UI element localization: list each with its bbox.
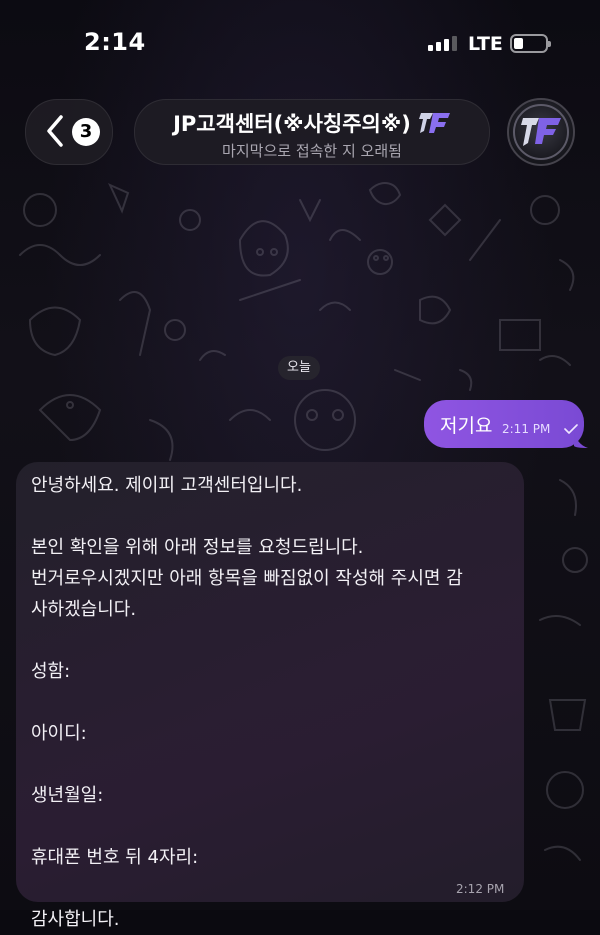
message-time: 2:12 PM	[456, 882, 505, 896]
outgoing-message[interactable]: 저기요 2:11 PM	[424, 400, 584, 448]
back-button[interactable]: 3	[25, 99, 113, 165]
status-time: 2:14	[84, 28, 146, 56]
message-time: 2:11 PM	[502, 422, 551, 436]
chevron-left-icon	[47, 115, 63, 147]
message-line	[31, 625, 513, 656]
message-line: 안녕하세요. 제이피 고객센터입니다.	[31, 475, 303, 496]
incoming-message[interactable]: 안녕하세요. 제이피 고객센터입니다. 본인 확인을 위해 아래 정보를 요청드…	[16, 462, 524, 930]
message-text: 안녕하세요. 제이피 고객센터입니다. 본인 확인을 위해 아래 정보를 요청드…	[31, 470, 513, 935]
profile-avatar[interactable]	[507, 98, 575, 166]
bubble-tail	[574, 430, 588, 448]
battery-icon	[510, 34, 551, 53]
status-bar: 2:14 LTE	[0, 0, 600, 90]
date-separator: 오늘	[278, 356, 320, 380]
brand-logo-icon	[418, 113, 450, 133]
brand-avatar-icon	[513, 104, 569, 160]
network-label: LTE	[468, 33, 503, 55]
message-line	[31, 873, 513, 904]
message-line	[31, 811, 513, 842]
unread-count-badge: 3	[72, 118, 100, 146]
message-line	[31, 501, 513, 532]
chat-last-seen: 마지막으로 접속한 지 오래됨	[222, 142, 402, 160]
message-line: 성함:	[31, 661, 71, 682]
chat-title: JP고객센터(※사칭주의※)	[173, 112, 411, 136]
message-line	[31, 749, 513, 780]
message-line: 아이디:	[31, 723, 87, 744]
message-line: 번거로우시겠지만 아래 항목을 빠짐없이 작성해 주시면 감	[31, 568, 463, 589]
message-line: 휴대폰 번호 뒤 4자리:	[31, 847, 199, 868]
chat-title-pill[interactable]: JP고객센터(※사칭주의※) 마지막으로 접속한 지 오래됨	[134, 99, 490, 165]
cellular-signal-icon	[428, 36, 457, 51]
message-line: 생년월일:	[31, 785, 104, 806]
message-text: 저기요	[440, 415, 493, 437]
message-line: 본인 확인을 위해 아래 정보를 요청드립니다.	[31, 537, 364, 558]
message-line: 감사합니다.	[31, 909, 120, 930]
message-line	[31, 687, 513, 718]
message-line: 사하겠습니다.	[31, 599, 137, 620]
